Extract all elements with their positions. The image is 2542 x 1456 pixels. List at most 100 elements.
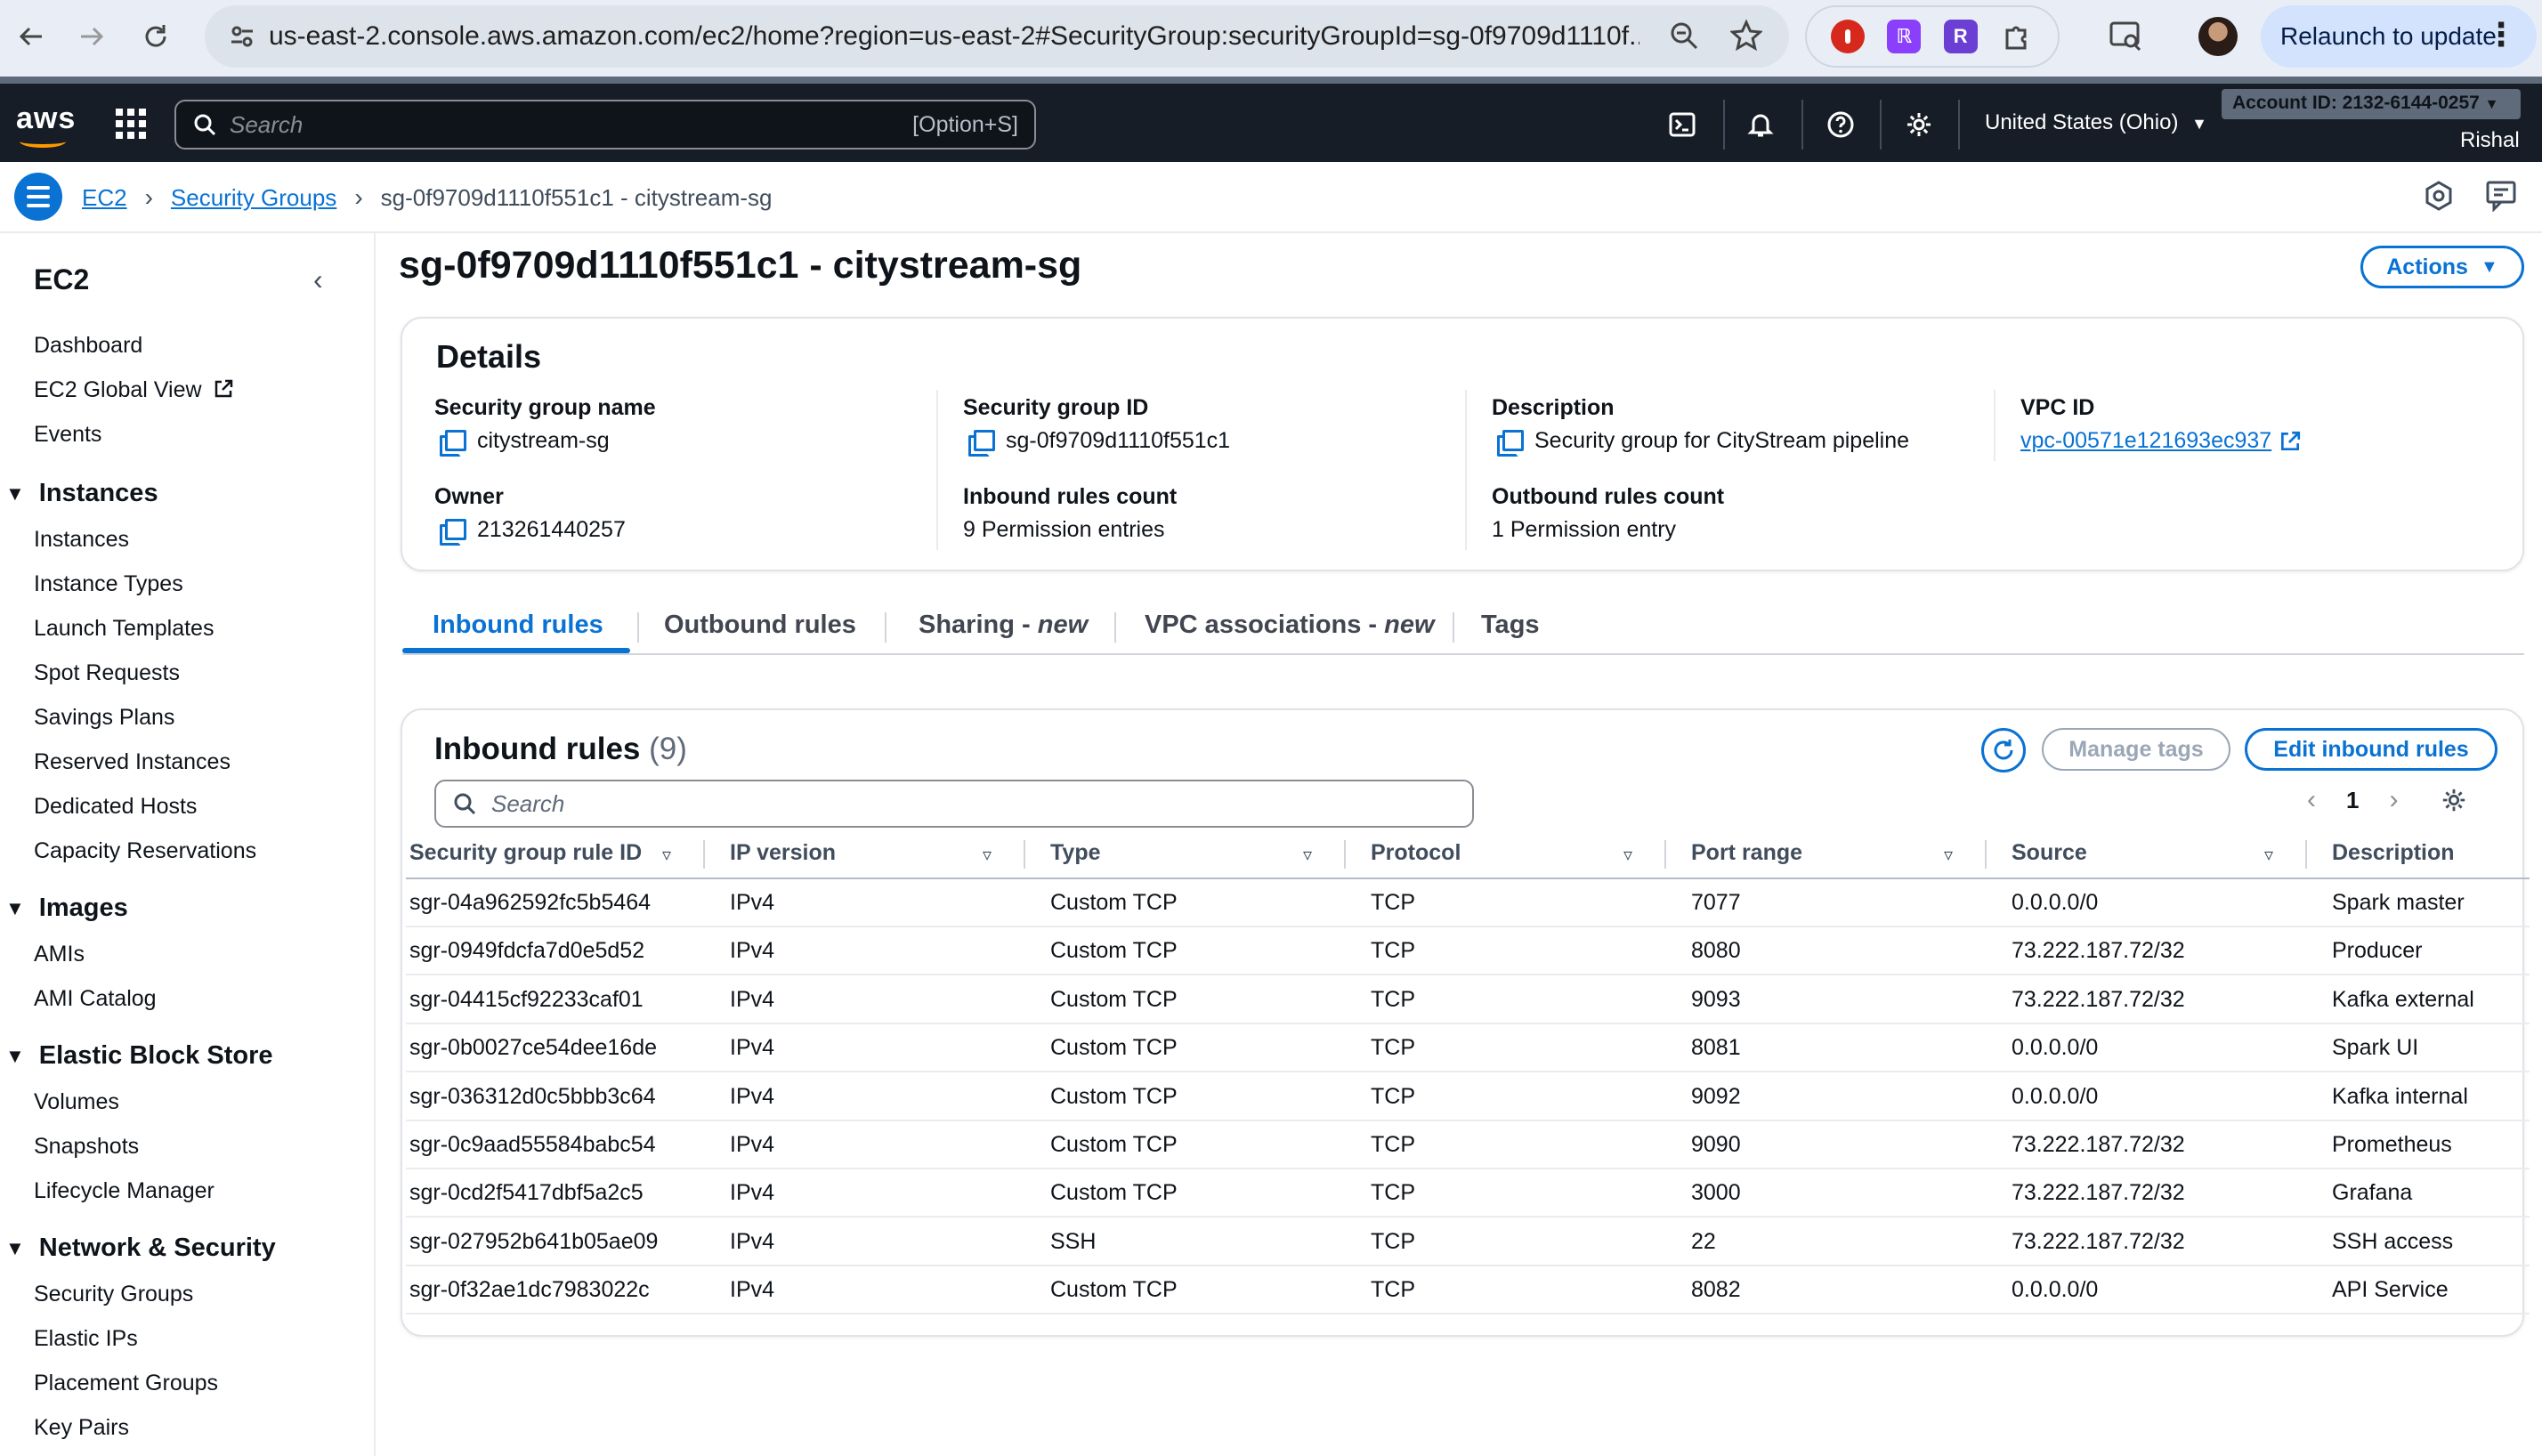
edit-inbound-rules-button[interactable]: Edit inbound rules <box>2245 728 2497 771</box>
table-row[interactable]: sgr-0b0027ce54dee16de IPv4 Custom TCP TCP 80… <box>406 1024 2530 1073</box>
breadcrumb-ec2-link[interactable]: EC2 <box>82 184 127 212</box>
relaunch-button[interactable]: Relaunch to update ⋮ <box>2261 5 2537 68</box>
chevron-left-icon[interactable]: ‹ <box>2307 785 2316 815</box>
sg-id-field: Security group ID sg-0f9709d1110f551c1 <box>963 395 1230 457</box>
sidebar-item-events[interactable]: Events <box>34 422 101 448</box>
copy-icon[interactable] <box>1497 429 1524 457</box>
r-extension-icon[interactable]: R <box>1943 20 1978 53</box>
table-preferences-gear-icon[interactable] <box>2441 787 2467 818</box>
sidebar-item-spot-requests[interactable]: Spot Requests <box>34 660 180 686</box>
inbound-rules-panel: Inbound rules (9) Manage tags Edit inbou… <box>401 708 2530 1337</box>
browser-menu-icon[interactable]: ⋮ <box>2485 16 2517 53</box>
notifications-bell-icon[interactable] <box>1743 107 1778 142</box>
sidebar-item-key-pairs[interactable]: Key Pairs <box>34 1415 129 1441</box>
user-name[interactable]: Rishal <box>2460 128 2520 153</box>
sidebar-item-ami-catalog[interactable]: AMI Catalog <box>34 986 157 1012</box>
back-icon[interactable] <box>0 5 62 68</box>
sort-caret-icon: ▿ <box>662 845 672 865</box>
sidebar-item-lifecycle-manager[interactable]: Lifecycle Manager <box>34 1178 215 1204</box>
chevron-left-icon[interactable]: ‹ <box>313 263 323 296</box>
table-row[interactable]: sgr-04415cf92233caf01 IPv4 Custom TCP TCP 90… <box>406 976 2530 1024</box>
sidebar-item-dedicated-hosts[interactable]: Dedicated Hosts <box>34 794 197 820</box>
sidebar-item-volumes[interactable]: Volumes <box>34 1089 119 1115</box>
tab-inbound-rules[interactable]: Inbound rules <box>433 611 603 640</box>
adblock-extension-icon[interactable] <box>1830 20 1865 53</box>
table-row[interactable]: sgr-027952b641b05ae09 IPv4 SSH TCP 22 73.222.… <box>406 1218 2530 1266</box>
sidebar-item-placement-groups[interactable]: Placement Groups <box>34 1371 218 1396</box>
sidebar-item-instances[interactable]: Instances <box>34 527 129 553</box>
column-header-type[interactable]: Type ▿ <box>1050 840 1312 866</box>
bookmark-star-icon[interactable] <box>1728 19 1764 56</box>
table-row[interactable]: sgr-0cd2f5417dbf5a2c5 IPv4 Custom TCP TCP 30… <box>406 1169 2530 1218</box>
page-number[interactable]: 1 <box>2346 787 2359 814</box>
table-row[interactable]: sgr-036312d0c5bbb3c64 IPv4 Custom TCP TCP 90… <box>406 1073 2530 1121</box>
sidebar-section-elastic-block-store[interactable]: ▼ Elastic Block Store <box>5 1041 273 1071</box>
vpc-id-link[interactable]: vpc-00571e121693ec937 <box>2020 428 2271 454</box>
sidebar-item-snapshots[interactable]: Snapshots <box>34 1134 139 1160</box>
sidebar-item-capacity-reservations[interactable]: Capacity Reservations <box>34 838 256 864</box>
copy-icon[interactable] <box>968 429 995 457</box>
settings-gear-icon[interactable] <box>1901 107 1937 142</box>
side-nav-toggle-icon[interactable] <box>14 173 62 221</box>
type-cell: Custom TCP <box>1050 890 1178 915</box>
column-header-protocol[interactable]: Protocol ▿ <box>1371 840 1632 866</box>
refresh-button[interactable] <box>1981 728 2026 772</box>
site-settings-icon[interactable] <box>215 22 269 51</box>
sidebar-section-instances[interactable]: ▼ Instances <box>5 479 158 508</box>
column-header-source[interactable]: Source ▿ <box>2012 840 2273 866</box>
sidebar-section-network-security[interactable]: ▼ Network & Security <box>5 1234 276 1263</box>
side-nav-title[interactable]: EC2 <box>34 263 89 296</box>
column-header-description[interactable]: Description <box>2332 840 2455 866</box>
column-header-port-range[interactable]: Port range ▿ <box>1691 840 1953 866</box>
table-row[interactable]: sgr-0949fdcfa7d0e5d52 IPv4 Custom TCP TCP 80… <box>406 927 2530 976</box>
rules-search-input[interactable]: Search <box>434 780 1474 828</box>
external-link-icon <box>2281 431 2301 450</box>
copy-icon[interactable] <box>440 518 466 546</box>
manage-tags-button[interactable]: Manage tags <box>2042 728 2230 771</box>
table-row[interactable]: sgr-04a962592fc5b5464 IPv4 Custom TCP TCP 70… <box>406 879 2530 927</box>
copy-icon[interactable] <box>440 429 466 457</box>
sidebar-item-savings-plans[interactable]: Savings Plans <box>34 705 174 731</box>
column-header-rule-id[interactable]: Security group rule ID ▿ <box>409 840 671 866</box>
address-bar[interactable]: us-east-2.console.aws.amazon.com/ec2/hom… <box>205 5 1789 68</box>
notifications-hex-icon[interactable] <box>2423 180 2455 216</box>
tab-tags[interactable]: Tags <box>1481 611 1540 640</box>
table-row[interactable]: sgr-0c9aad55584babc54 IPv4 Custom TCP TCP 90… <box>406 1121 2530 1169</box>
tab-outbound-rules[interactable]: Outbound rules <box>664 611 856 640</box>
tab-vpc-associations[interactable]: VPC associations - new <box>1145 611 1435 640</box>
sidebar-item-global-view[interactable]: EC2 Global View <box>34 377 234 403</box>
help-icon[interactable] <box>1823 107 1858 142</box>
cloudshell-icon[interactable] <box>1664 107 1700 142</box>
column-header-ip-version[interactable]: IP version ▿ <box>730 840 992 866</box>
tab-search-icon[interactable] <box>2108 18 2143 58</box>
sidebar-item-security-groups[interactable]: Security Groups <box>34 1282 193 1307</box>
script-extension-icon[interactable]: ℝ <box>1887 20 1922 53</box>
sidebar-item-reserved-instances[interactable]: Reserved Instances <box>34 749 231 775</box>
sidebar-item-amis[interactable]: AMIs <box>34 942 85 967</box>
sidebar-item-instance-types[interactable]: Instance Types <box>34 571 183 597</box>
search-shortcut: [Option+S] <box>912 112 1018 137</box>
port-range-cell: 9093 <box>1691 986 1741 1012</box>
services-grid-icon[interactable] <box>116 109 146 139</box>
table-row[interactable]: sgr-0f32ae1dc7983022c IPv4 Custom TCP TCP 80… <box>406 1266 2530 1315</box>
actions-button[interactable]: Actions ▼ <box>2360 246 2524 288</box>
tab-sharing[interactable]: Sharing - new <box>919 611 1088 640</box>
sidebar-item-launch-templates[interactable]: Launch Templates <box>34 616 214 642</box>
zoom-icon[interactable] <box>1668 20 1700 56</box>
chevron-right-icon[interactable]: › <box>2389 785 2398 815</box>
breadcrumb-security-groups-link[interactable]: Security Groups <box>171 184 336 212</box>
aws-logo[interactable]: aws <box>16 101 76 148</box>
region-selector[interactable]: United States (Ohio) ▼ <box>1985 110 2207 135</box>
caret-down-icon: ▼ <box>5 1044 25 1067</box>
feedback-icon[interactable] <box>2485 180 2519 216</box>
sidebar-item-dashboard[interactable]: Dashboard <box>34 333 142 359</box>
sidebar-section-images[interactable]: ▼ Images <box>5 894 128 923</box>
console-search-input[interactable]: Search [Option+S] <box>174 100 1036 150</box>
profile-avatar[interactable] <box>2198 17 2238 56</box>
puzzle-extensions-icon[interactable] <box>2000 20 2034 53</box>
forward-icon[interactable] <box>61 5 123 68</box>
account-id-badge[interactable]: Account ID: 2132-6144-0257 ▼ <box>2222 89 2521 119</box>
sidebar-item-elastic-ips[interactable]: Elastic IPs <box>34 1326 138 1352</box>
reload-icon[interactable] <box>125 5 187 68</box>
rule-id-cell: sgr-0f32ae1dc7983022c <box>409 1277 650 1303</box>
